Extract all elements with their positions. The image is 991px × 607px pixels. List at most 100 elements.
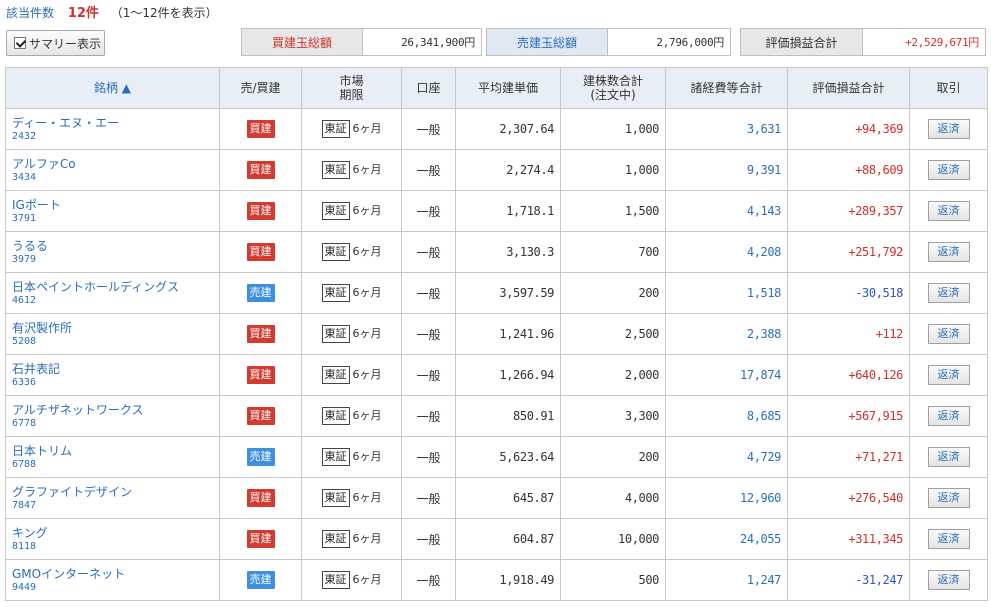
col-header-market: 市場 期限	[301, 67, 402, 109]
market-cell: 東証 6ヶ月	[301, 108, 402, 150]
avg-price-cell: 604.87	[455, 518, 561, 560]
table-row: グラファイトデザイン 7847 買建 東証 6ヶ月 一般 645.87 4,000 12,960…	[5, 477, 988, 519]
repay-button[interactable]: 返済	[927, 529, 970, 549]
account-cell: 一般	[401, 559, 456, 601]
market-badge: 東証	[321, 530, 350, 548]
stock-name-link[interactable]: アルチザネットワークス	[12, 403, 219, 418]
account-cell: 一般	[401, 354, 456, 396]
pl-cell: +71,271	[787, 436, 910, 478]
pl-cell: +88,609	[787, 149, 910, 191]
account-cell: 一般	[401, 313, 456, 355]
col-header-name[interactable]: 銘柄 ▲	[5, 67, 220, 109]
stock-name-link[interactable]: 石井表記	[12, 362, 219, 377]
table-row: GMOインターネット 9449 売建 東証 6ヶ月 一般 1,918.49 500 1,247-…	[5, 559, 988, 601]
account-cell: 一般	[401, 231, 456, 273]
trade-cell: 返済	[909, 231, 988, 273]
stock-name-link[interactable]: 日本トリム	[12, 444, 219, 459]
pl-cell: +640,126	[787, 354, 910, 396]
repay-button[interactable]: 返済	[927, 406, 970, 426]
summary-checkbox-icon[interactable]	[14, 37, 26, 49]
positions-table: 銘柄 ▲ 売/買建 市場 期限 口座 平均建単価 建株数合計 (注文中) 諸経費等合…	[5, 67, 988, 601]
repay-button[interactable]: 返済	[927, 119, 970, 139]
fees-cell: 8,685	[665, 395, 788, 437]
stock-code: 6778	[12, 417, 37, 429]
pl-cell: -30,518	[787, 272, 910, 314]
table-row: 有沢製作所 5208 買建 東証 6ヶ月 一般 1,241.96 2,500 2,388 +112…	[5, 313, 988, 355]
repay-button[interactable]: 返済	[927, 488, 970, 508]
sell-total-label: 売建玉総額	[487, 29, 608, 55]
repay-button[interactable]: 返済	[927, 365, 970, 385]
stock-name-link[interactable]: 有沢製作所	[12, 321, 219, 336]
stock-code: 6336	[12, 376, 37, 388]
repay-button[interactable]: 返済	[927, 570, 970, 590]
fees-cell: 4,143	[665, 190, 788, 232]
repay-button[interactable]: 返済	[927, 447, 970, 467]
pl-cell: +112	[787, 313, 910, 355]
buy-total-value: 26,341,900円	[401, 36, 475, 49]
market-cell: 東証 6ヶ月	[301, 354, 402, 396]
stock-name-link[interactable]: キング	[12, 526, 219, 541]
stock-name-link[interactable]: IGポート	[12, 198, 219, 213]
repay-button[interactable]: 返済	[927, 201, 970, 221]
market-badge: 東証	[321, 366, 350, 384]
account-cell: 一般	[401, 272, 456, 314]
side-badge: 買建	[246, 243, 275, 261]
stock-code: 3791	[12, 212, 37, 224]
sell-total-value: 2,796,000円	[656, 36, 724, 49]
stock-cell: 日本ペイントホールディングス 4612	[5, 272, 220, 314]
repay-button[interactable]: 返済	[927, 160, 970, 180]
account-cell: 一般	[401, 518, 456, 560]
avg-price-cell: 1,918.49	[455, 559, 561, 601]
side-cell: 売建	[219, 436, 302, 478]
repay-button[interactable]: 返済	[927, 283, 970, 303]
trade-cell: 返済	[909, 559, 988, 601]
repay-button[interactable]: 返済	[927, 242, 970, 262]
summary-toggle-button[interactable]: サマリー表示	[6, 30, 105, 56]
term-text: 6ヶ月	[352, 532, 382, 545]
market-badge: 東証	[321, 571, 350, 589]
trade-cell: 返済	[909, 272, 988, 314]
stock-name-link[interactable]: ディー・エヌ・エー	[12, 116, 219, 131]
stock-code: 5208	[12, 335, 37, 347]
stock-name-link[interactable]: アルファCo	[12, 157, 219, 172]
table-header-row: 銘柄 ▲ 売/買建 市場 期限 口座 平均建単価 建株数合計 (注文中) 諸経費等合…	[5, 67, 988, 109]
side-badge: 売建	[246, 448, 275, 466]
result-count: 該当件数 12件 （1～12件を表示）	[6, 5, 218, 21]
quantity-cell: 2,500	[560, 313, 666, 355]
stock-name-link[interactable]: グラファイトデザイン	[12, 485, 219, 500]
table-row: IGポート 3791 買建 東証 6ヶ月 一般 1,718.1 1,500 4,143 +289,…	[5, 190, 988, 232]
fees-cell: 24,055	[665, 518, 788, 560]
pl-cell: +311,345	[787, 518, 910, 560]
stock-code: 8118	[12, 540, 37, 552]
stock-code: 3434	[12, 171, 37, 183]
stock-cell: うるる 3979	[5, 231, 220, 273]
avg-price-cell: 1,718.1	[455, 190, 561, 232]
quantity-cell: 1,000	[560, 149, 666, 191]
pl-total-box: 評価損益合計 +2,529,671円	[740, 28, 986, 56]
repay-button[interactable]: 返済	[927, 324, 970, 344]
fees-cell: 4,208	[665, 231, 788, 273]
trade-cell: 返済	[909, 395, 988, 437]
account-cell: 一般	[401, 395, 456, 437]
stock-cell: グラファイトデザイン 7847	[5, 477, 220, 519]
pl-cell: +289,357	[787, 190, 910, 232]
pl-total-label: 評価損益合計	[741, 29, 863, 55]
market-badge: 東証	[321, 202, 350, 220]
stock-cell: 有沢製作所 5208	[5, 313, 220, 355]
stock-name-link[interactable]: 日本ペイントホールディングス	[12, 280, 219, 295]
col-header-fees: 諸経費等合計	[665, 67, 788, 109]
stock-cell: IGポート 3791	[5, 190, 220, 232]
fees-cell: 1,518	[665, 272, 788, 314]
side-badge: 買建	[246, 530, 275, 548]
pl-cell: +251,792	[787, 231, 910, 273]
stock-name-link[interactable]: うるる	[12, 239, 219, 254]
stock-code: 7847	[12, 499, 37, 511]
stock-cell: アルチザネットワークス 6778	[5, 395, 220, 437]
avg-price-cell: 850.91	[455, 395, 561, 437]
table-row: キング 8118 買建 東証 6ヶ月 一般 604.87 10,000 24,055 +311,3…	[5, 518, 988, 560]
col-header-quantity-line1: 建株数合計	[582, 74, 643, 88]
stock-name-link[interactable]: GMOインターネット	[12, 567, 219, 582]
col-header-market-line1: 市場	[339, 74, 364, 88]
quantity-cell: 700	[560, 231, 666, 273]
term-text: 6ヶ月	[352, 409, 382, 422]
